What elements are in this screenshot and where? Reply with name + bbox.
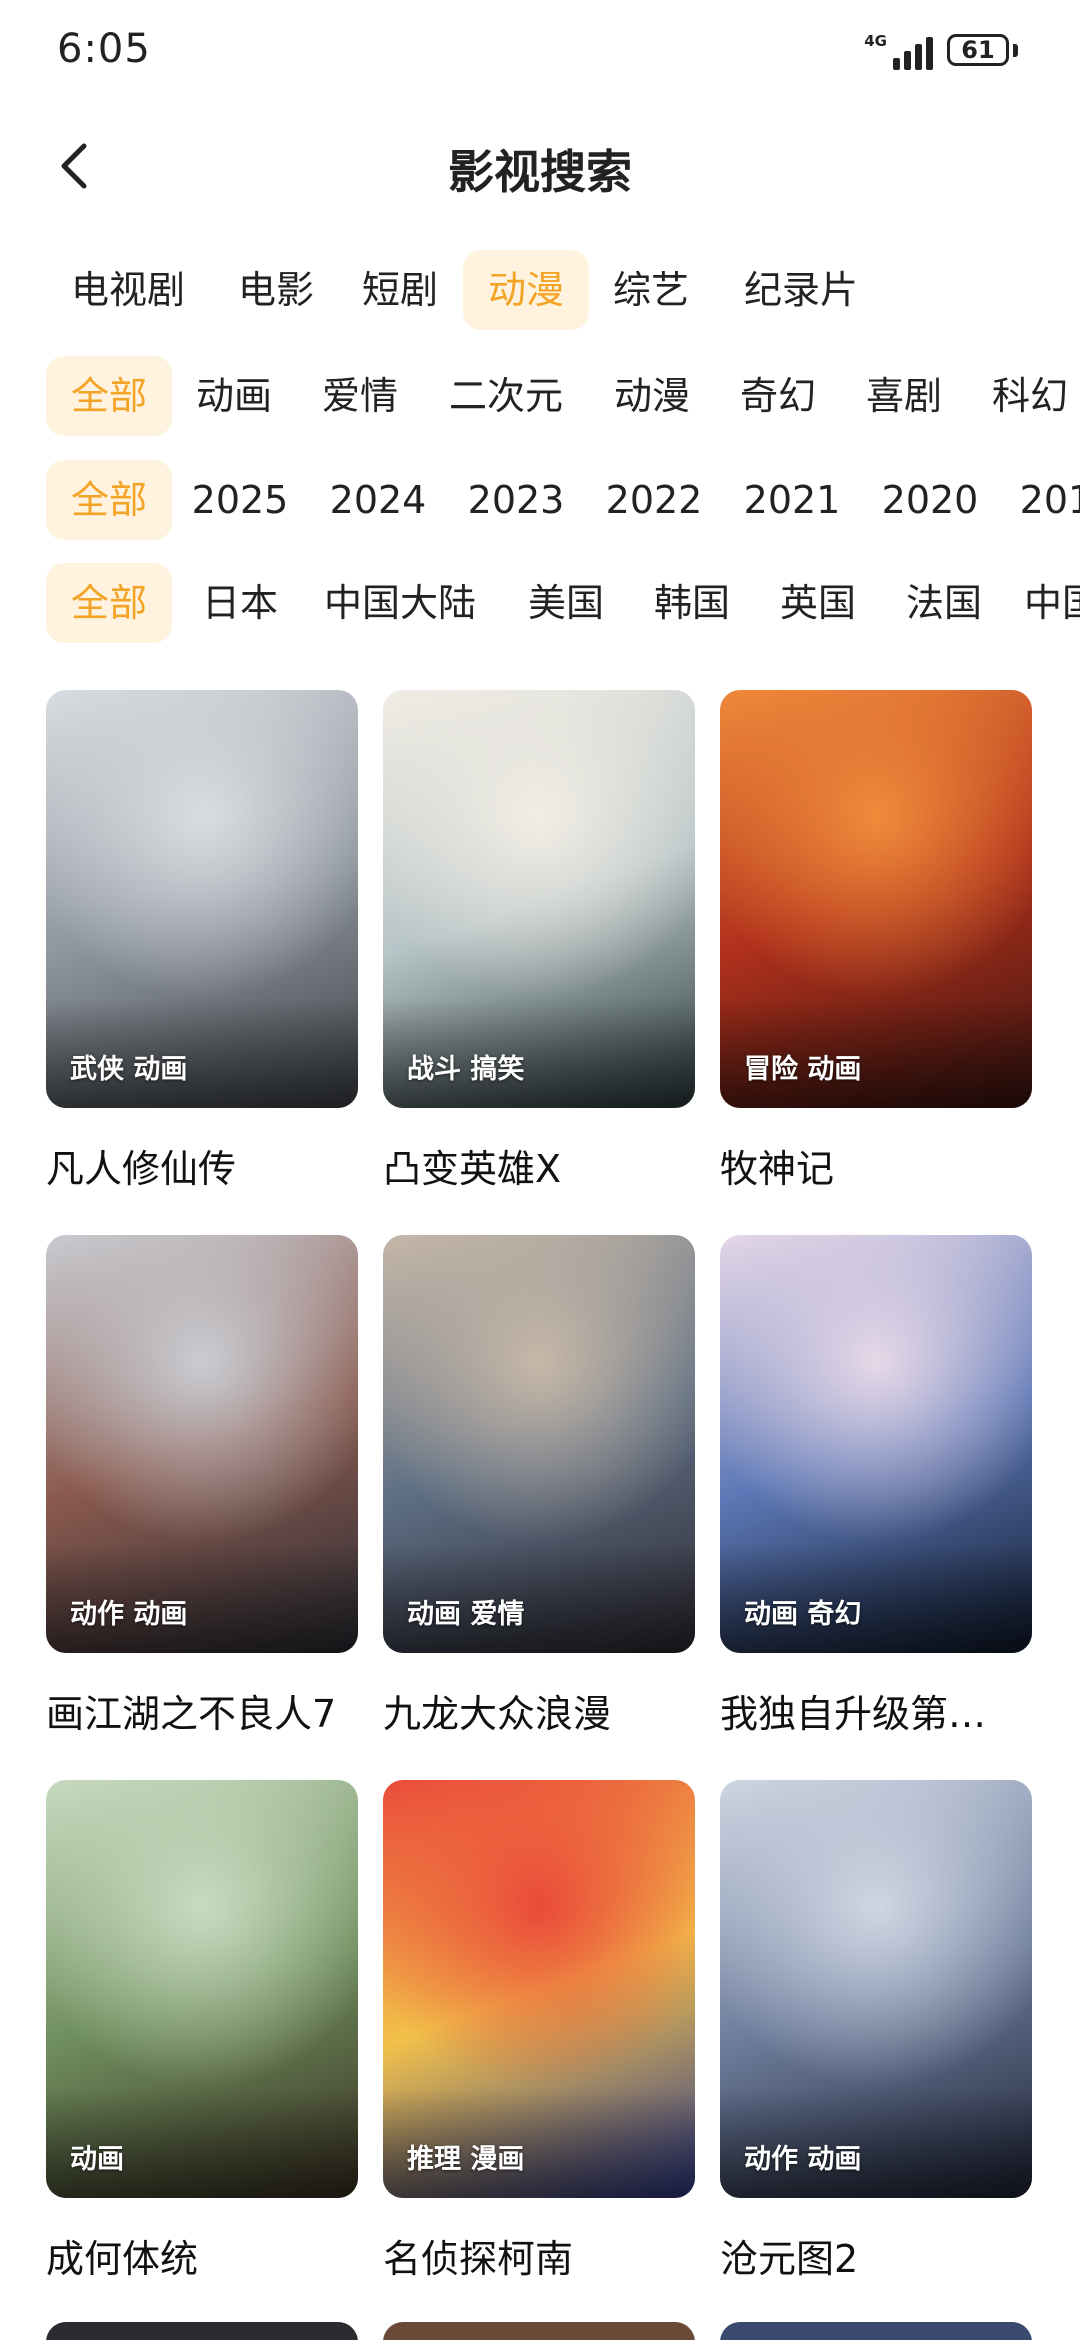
region-chip[interactable]: 全部: [46, 563, 172, 643]
year-chip[interactable]: 2019: [1008, 460, 1080, 540]
poster-image: 动作 动画: [46, 1235, 358, 1653]
genre-tags: 冒险 动画: [744, 1054, 862, 1085]
genre-chip[interactable]: 全部: [46, 356, 172, 436]
year-chip[interactable]: 2025: [180, 460, 300, 540]
tab-documentary[interactable]: 纪录片: [726, 250, 876, 330]
signal-bar: [915, 44, 922, 70]
card-title: 我独自升级第…: [720, 1692, 987, 1736]
region-chip[interactable]: 美国: [508, 563, 624, 643]
year-chip[interactable]: 2023: [456, 460, 576, 540]
result-card[interactable]: 动画 成何体统: [46, 1780, 358, 2283]
genre-chip[interactable]: 喜剧: [846, 356, 962, 436]
genre-tags: 动作 动画: [70, 1599, 188, 1630]
genre-chip[interactable]: 科幻: [972, 356, 1080, 436]
tab-variety[interactable]: 综艺: [593, 250, 709, 330]
year-chip[interactable]: 全部: [46, 460, 172, 540]
card-title: 成何体统: [46, 2237, 199, 2281]
network-type: 4G: [864, 32, 887, 50]
genre-chip[interactable]: 动画: [176, 356, 292, 436]
result-card[interactable]: 推理 漫画 名侦探柯南: [383, 1780, 695, 2283]
signal-bar: [893, 58, 900, 70]
next-poster-peek[interactable]: [720, 2322, 1032, 2340]
poster-image: 动画 爱情: [383, 1235, 695, 1653]
poster-image: 动作 动画: [720, 1780, 1032, 2198]
region-chip[interactable]: 日本: [182, 563, 298, 643]
signal-bar: [904, 51, 911, 70]
result-card[interactable]: 动画 奇幻 我独自升级第…: [720, 1235, 1032, 1738]
region-chip[interactable]: 中国香港: [1016, 563, 1080, 643]
result-card[interactable]: 武侠 动画 凡人修仙传: [46, 690, 358, 1193]
genre-filters: 全部 动画 爱情 二次元 动漫 奇幻 喜剧 科幻: [0, 356, 1080, 440]
card-title: 画江湖之不良人7: [46, 1692, 337, 1736]
poster-image: 武侠 动画: [46, 690, 358, 1108]
region-chip[interactable]: 法国: [886, 563, 1002, 643]
poster-image: 动画 奇幻: [720, 1235, 1032, 1653]
header: 影视搜索: [0, 110, 1080, 220]
status-indicators: 4G 61: [864, 28, 1018, 72]
year-filters: 全部 2025 2024 2023 2022 2021 2020 2019: [0, 460, 1080, 544]
tab-movie[interactable]: 电影: [218, 250, 334, 330]
category-tabs: 电视剧 电影 短剧 动漫 综艺 纪录片: [0, 250, 1080, 334]
genre-chip[interactable]: 动漫: [594, 356, 710, 436]
year-chip[interactable]: 2021: [732, 460, 852, 540]
search-screen: 6:05 4G 61 影视搜索 电视剧 电影 短剧 动漫 综艺 纪录片 全部 动…: [0, 0, 1080, 2340]
page-title: 影视搜索: [448, 145, 632, 199]
genre-tags: 动画 爱情: [407, 1599, 525, 1630]
genre-chip[interactable]: 奇幻: [720, 356, 836, 436]
genre-tags: 动画: [70, 2144, 124, 2175]
tab-anime[interactable]: 动漫: [463, 250, 589, 330]
genre-chip[interactable]: 二次元: [430, 356, 582, 436]
poster-image: 冒险 动画: [720, 690, 1032, 1108]
card-title: 凸变英雄X: [383, 1147, 562, 1191]
poster-image: 推理 漫画: [383, 1780, 695, 2198]
result-card[interactable]: 动画 爱情 九龙大众浪漫: [383, 1235, 695, 1738]
tab-short-drama[interactable]: 短剧: [342, 250, 458, 330]
poster-image: 动画: [46, 1780, 358, 2198]
result-card[interactable]: 战斗 搞笑 凸变英雄X: [383, 690, 695, 1193]
genre-tags: 战斗 搞笑: [407, 1054, 525, 1085]
card-title: 牧神记: [720, 1147, 835, 1191]
year-chip[interactable]: 2020: [870, 460, 990, 540]
genre-tags: 推理 漫画: [407, 2144, 525, 2175]
next-poster-peek[interactable]: [46, 2322, 358, 2340]
genre-tags: 武侠 动画: [70, 1054, 188, 1085]
year-chip[interactable]: 2024: [318, 460, 438, 540]
region-chip[interactable]: 韩国: [634, 563, 750, 643]
result-card[interactable]: 动作 动画 画江湖之不良人7: [46, 1235, 358, 1738]
battery-level: 61: [961, 36, 995, 64]
card-title: 九龙大众浪漫: [383, 1692, 612, 1736]
genre-chip[interactable]: 爱情: [302, 356, 418, 436]
region-chip[interactable]: 中国大陆: [316, 563, 484, 643]
year-chip[interactable]: 2022: [594, 460, 714, 540]
region-chip[interactable]: 英国: [760, 563, 876, 643]
card-title: 凡人修仙传: [46, 1147, 237, 1191]
tab-tv-series[interactable]: 电视剧: [58, 250, 198, 330]
result-card[interactable]: 冒险 动画 牧神记: [720, 690, 1032, 1193]
next-poster-peek[interactable]: [383, 2322, 695, 2340]
battery-tip: [1013, 43, 1018, 57]
genre-tags: 动画 奇幻: [744, 1599, 862, 1630]
cellular-signal-icon: 4G: [864, 30, 933, 70]
card-title: 名侦探柯南: [383, 2237, 574, 2281]
status-bar: 6:05 4G 61: [0, 0, 1080, 100]
region-filters: 全部 日本 中国大陆 美国 韩国 英国 法国 中国香港: [0, 563, 1080, 647]
signal-bar: [926, 37, 933, 70]
result-card[interactable]: 动作 动画 沧元图2: [720, 1780, 1032, 2283]
status-time: 6:05: [57, 26, 151, 72]
card-title: 沧元图2: [720, 2237, 859, 2281]
genre-tags: 动作 动画: [744, 2144, 862, 2175]
poster-image: 战斗 搞笑: [383, 690, 695, 1108]
battery-icon: 61: [947, 34, 1009, 66]
